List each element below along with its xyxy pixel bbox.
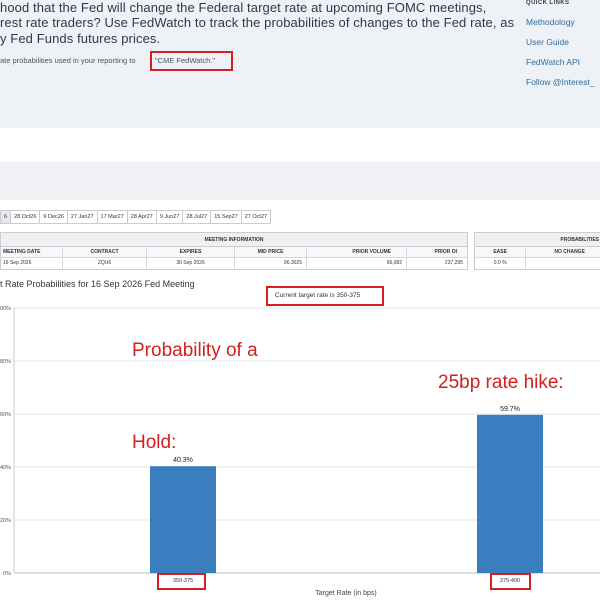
bar-value-label: 40.3% [173, 457, 193, 464]
attribution-text: ate probabilities used in your reporting… [0, 56, 136, 65]
y-tick-label: 80% [0, 359, 11, 365]
tab-meeting-6[interactable]: 9 Jun27 [156, 210, 184, 224]
meeting-info-title: MEETING INFORMATION [1, 233, 467, 247]
y-tick-label: 0% [3, 571, 11, 577]
category-highlight-box-hold [157, 573, 206, 590]
col-prior-oi: PRIOR OI [407, 247, 467, 257]
tab-meeting-8[interactable]: 15 Sep27 [211, 210, 242, 224]
cell-prior-oi: 237,295 [444, 260, 463, 266]
annotation-hike: 25bp rate hike: [438, 372, 564, 393]
col-meeting-date: MEETING DATE [1, 247, 63, 257]
cell-meeting-date: 16 Sep 2026 [1, 258, 63, 269]
col-ease: EASE [475, 247, 527, 257]
cell-ease: 0.0 % [475, 258, 527, 269]
tab-meeting-4[interactable]: 17 Mar27 [97, 210, 128, 224]
tab-meeting-2[interactable]: 9 Dec26 [40, 210, 68, 224]
y-tick-label: 40% [0, 465, 11, 471]
bar-value-label: 59.7% [500, 406, 520, 413]
grey-band [0, 162, 600, 200]
spacer-band [0, 128, 600, 162]
tab-meeting-1[interactable]: 28 Oct26 [11, 210, 41, 224]
bar-350-375 [150, 466, 216, 573]
tab-meeting-9[interactable]: 27 Oct27 [241, 210, 272, 224]
quick-link-follow[interactable]: Follow @Interest_ [526, 77, 595, 87]
cell-contract: ZQU6 [63, 258, 147, 269]
probability-bar-chart: 0%20%40%60%80%100%40.3%350-37559.7%375-4… [0, 306, 600, 597]
col-no-change: NO CHANGE [526, 247, 600, 257]
table-header-row: EASE NO CHANGE [475, 247, 600, 258]
intro-text-line-2: rest rate traders? Use FedWatch to track… [0, 15, 515, 30]
y-tick-label: 20% [0, 518, 11, 524]
cell-mid-price: 96.3025 [235, 258, 307, 269]
meeting-information-table: MEETING INFORMATION MEETING DATE CONTRAC… [0, 232, 468, 270]
tab-meeting-7[interactable]: 28 Jul27 [183, 210, 212, 224]
citation-highlight-box [150, 51, 233, 71]
category-highlight-box-hike [490, 573, 531, 590]
col-mid-price: MID PRICE [235, 247, 307, 257]
cell-no-change [526, 258, 600, 269]
quick-links-header: QUICK LINKS [526, 0, 570, 6]
col-expires: EXPIRES [147, 247, 235, 257]
cell-expires: 30 Sep 2026 [147, 258, 235, 269]
cell-prior-volume: 66,082 [307, 258, 407, 269]
annotation-hold-line-2: Hold: [132, 432, 177, 453]
col-contract: CONTRACT [63, 247, 147, 257]
probabilities-title: PROBABILITIES [475, 233, 600, 247]
table-row: 16 Sep 2026 ZQU6 30 Sep 2026 96.3025 66,… [1, 258, 467, 269]
intro-text-line-1: hood that the Fed will change the Federa… [0, 0, 487, 15]
x-axis-label: Target Rate (in bps) [315, 590, 376, 597]
annotation-hold-line-1: Probability of a [132, 340, 258, 361]
quick-link-user-guide[interactable]: User Guide [526, 37, 569, 47]
intro-panel: hood that the Fed will change the Federa… [0, 0, 600, 128]
col-prior-volume: PRIOR VOLUME [307, 247, 407, 257]
chart-title: t Rate Probabilities for 16 Sep 2026 Fed… [0, 279, 195, 289]
tab-meeting-3[interactable]: 27 Jan27 [67, 210, 98, 224]
probabilities-table: PROBABILITIES EASE NO CHANGE 0.0 % [474, 232, 600, 270]
fedwatch-page: hood that the Fed will change the Federa… [0, 0, 600, 600]
quick-link-fedwatch-api[interactable]: FedWatch API [526, 57, 580, 67]
tab-meeting-0[interactable]: 6 [0, 210, 12, 224]
y-tick-label: 60% [0, 412, 11, 418]
y-tick-label: 100% [0, 306, 11, 312]
table-header-row: MEETING DATE CONTRACT EXPIRES MID PRICE … [1, 247, 467, 258]
table-row: 0.0 % [475, 258, 600, 269]
quick-link-methodology[interactable]: Methodology [526, 17, 575, 27]
tab-meeting-5[interactable]: 28 Apr27 [127, 210, 157, 224]
intro-text-line-3: y Fed Funds futures prices. [0, 31, 161, 46]
meeting-date-tabs: 6 28 Oct26 9 Dec26 27 Jan27 17 Mar27 28 … [0, 210, 272, 224]
bar-375-400 [477, 414, 543, 573]
